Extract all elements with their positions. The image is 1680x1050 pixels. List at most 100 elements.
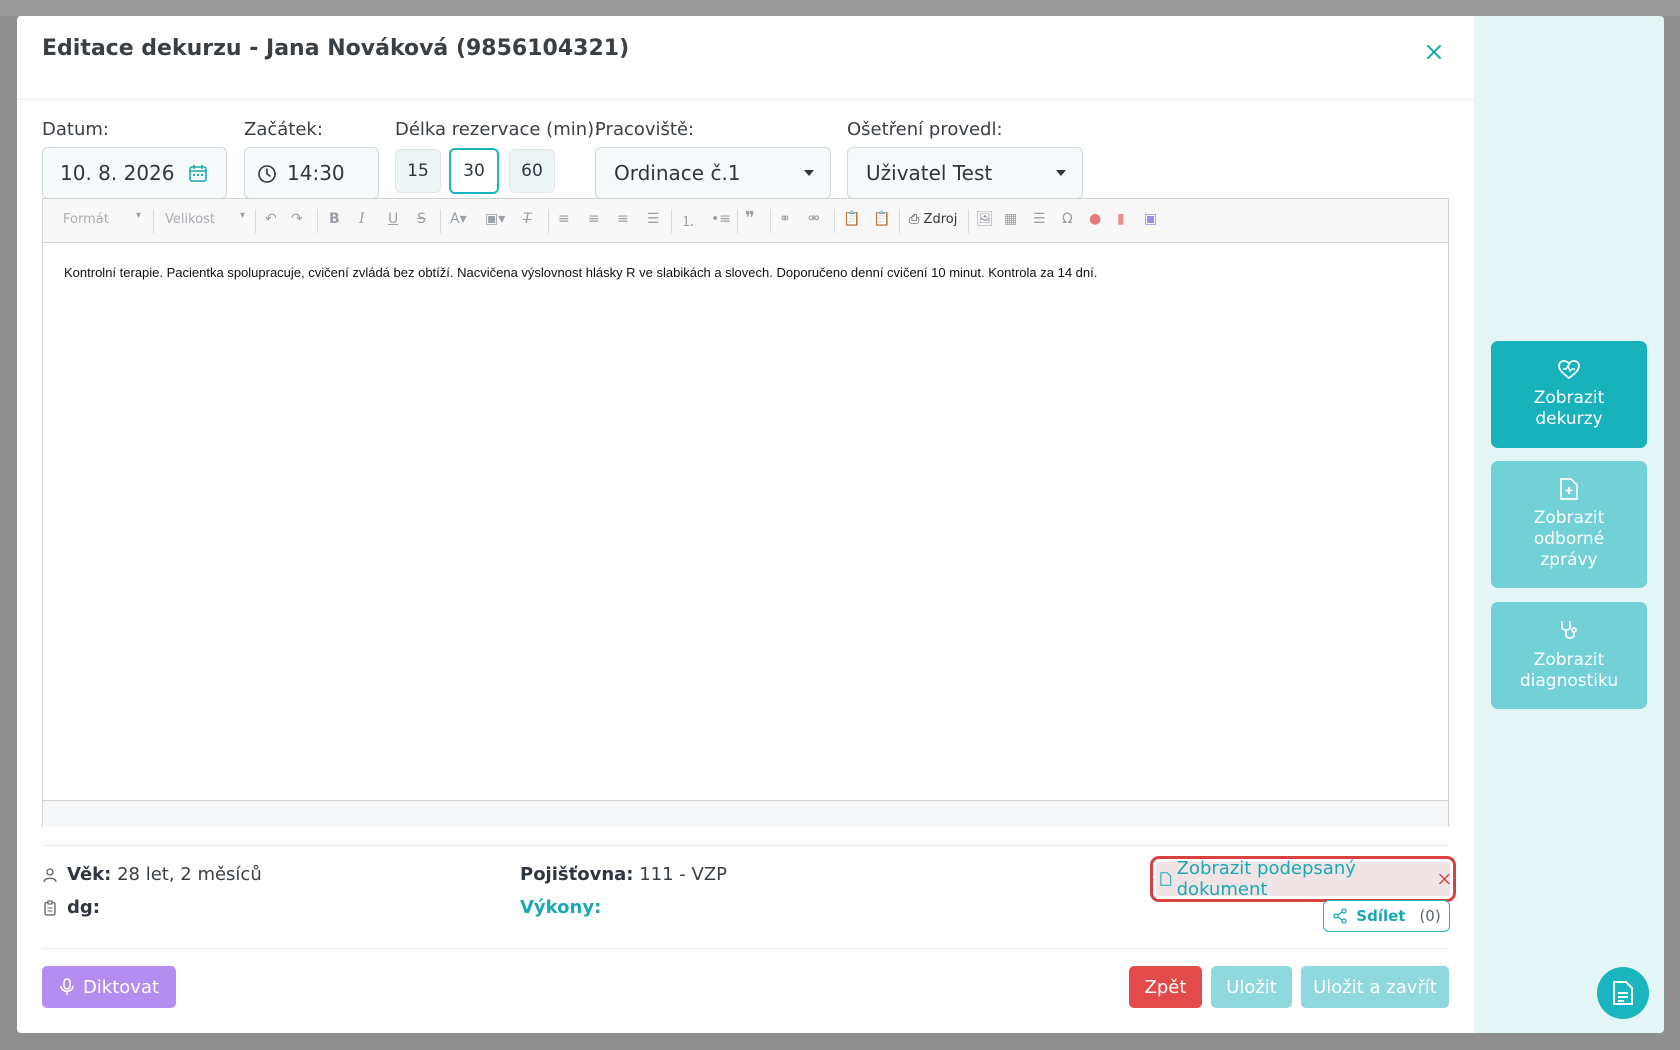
back-button[interactable]: Zpět — [1129, 966, 1202, 1008]
toolbar-divider — [899, 209, 900, 233]
rich-text-editor: Formát ▾ Velikost ▾ ↶ ↷ B I U S A▾ ▣▾ T̶… — [42, 198, 1449, 827]
editor-content[interactable]: Kontrolní terapie. Pacientka spolupracuj… — [43, 243, 1448, 800]
microphone-icon — [60, 978, 74, 995]
insurance-value: 111 - VZP — [639, 864, 728, 885]
underline-icon[interactable]: U — [388, 211, 398, 227]
show-records-label-2: dekurzy — [1535, 408, 1603, 429]
align-right-icon[interactable]: ≡ — [617, 211, 629, 227]
show-reports-button[interactable]: Zobrazit odborné zprávy — [1491, 461, 1647, 588]
paste-text-icon[interactable]: 📋 — [873, 211, 890, 227]
document-plus-icon — [1560, 478, 1578, 500]
duration-30-button[interactable]: 30 — [449, 148, 499, 194]
show-records-label-1: Zobrazit — [1533, 387, 1605, 408]
blockquote-icon[interactable]: ❞ — [745, 208, 755, 229]
calendar-icon[interactable] — [188, 163, 208, 183]
procedures-link[interactable]: Výkony: — [520, 897, 601, 918]
format-dropdown[interactable]: Formát — [63, 212, 109, 227]
source-button[interactable]: ⎙ Zdroj — [909, 212, 957, 227]
save-and-close-label: Uložit a zavřít — [1313, 976, 1437, 998]
bold-icon[interactable]: B — [329, 211, 340, 227]
share-label: Sdílet — [1356, 907, 1406, 925]
clipboard-icon — [44, 900, 56, 916]
modal-header: Editace dekurzu - Jana Nováková (9856104… — [17, 16, 1474, 100]
clock-icon — [258, 165, 276, 183]
save-button[interactable]: Uložit — [1211, 966, 1292, 1008]
age-info: Věk: 28 let, 2 měsíců — [67, 864, 262, 885]
age-label: Věk: — [67, 864, 112, 885]
share-button[interactable]: Sdílet (0) — [1323, 900, 1450, 932]
ai-icon[interactable]: ▣ — [1144, 211, 1157, 227]
document-icon — [1160, 872, 1172, 886]
remove-icon[interactable] — [1439, 873, 1450, 885]
duration-15-label: 15 — [407, 161, 429, 181]
close-button[interactable] — [1420, 38, 1448, 66]
table-icon[interactable]: ▦ — [1004, 211, 1017, 227]
date-field[interactable]: 10. 8. 2026 — [42, 147, 227, 199]
start-label: Začátek: — [244, 119, 323, 140]
save-label: Uložit — [1226, 976, 1277, 998]
background-color-icon[interactable]: ▣▾ — [485, 211, 505, 227]
age-value: 28 let, 2 měsíců — [117, 864, 262, 885]
template-icon[interactable]: ▮ — [1117, 211, 1125, 227]
stethoscope-icon — [1561, 620, 1577, 639]
signed-document-link[interactable]: Zobrazit podepsaný dokument — [1156, 858, 1450, 900]
undo-icon[interactable]: ↶ — [265, 211, 277, 227]
workplace-label: Pracoviště: — [595, 119, 695, 140]
insurance-info: Pojišťovna: 111 - VZP — [520, 864, 727, 885]
edit-record-modal: Editace dekurzu - Jana Nováková (9856104… — [17, 16, 1474, 1033]
side-panel: Zobrazit dekurzy Zobrazit odborné zprávy… — [1474, 16, 1664, 1033]
document-icon — [1613, 981, 1633, 1005]
editor-status-bar — [43, 800, 1448, 827]
link-icon[interactable]: ⚭ — [779, 211, 791, 227]
italic-icon[interactable]: I — [359, 211, 365, 227]
duration-60-button[interactable]: 60 — [509, 149, 555, 193]
paste-icon[interactable]: 📋 — [843, 211, 860, 227]
unlink-icon[interactable]: ⚮ — [808, 211, 820, 227]
bulleted-list-icon[interactable]: •≡ — [711, 211, 731, 227]
comment-icon[interactable]: ● — [1089, 211, 1101, 227]
dictate-button[interactable]: Diktovat — [42, 966, 176, 1008]
start-time-value: 14:30 — [287, 161, 345, 185]
align-center-icon[interactable]: ≡ — [588, 211, 600, 227]
remove-format-icon[interactable]: T̶ — [523, 211, 532, 227]
toolbar-divider — [671, 209, 672, 233]
start-time-field[interactable]: 14:30 — [244, 147, 379, 199]
toolbar-divider — [834, 209, 835, 233]
horizontal-line-icon[interactable]: ☰ — [1033, 211, 1046, 227]
chevron-down-icon — [1056, 170, 1066, 176]
strikethrough-icon[interactable]: S — [417, 211, 426, 227]
special-character-icon[interactable]: Ω — [1062, 211, 1073, 227]
duration-label: Délka rezervace (min): — [395, 119, 601, 140]
show-diagnostics-button[interactable]: Zobrazit diagnostiku — [1491, 602, 1647, 709]
show-records-button[interactable]: Zobrazit dekurzy — [1491, 341, 1647, 448]
editor-toolbar: Formát ▾ Velikost ▾ ↶ ↷ B I U S A▾ ▣▾ T̶… — [43, 199, 1448, 243]
workplace-select[interactable]: Ordinace č.1 — [595, 147, 831, 199]
toolbar-divider — [548, 209, 549, 233]
page-backdrop — [0, 0, 1680, 16]
text-color-icon[interactable]: A▾ — [450, 211, 467, 227]
dictate-label: Diktovat — [82, 976, 160, 998]
align-justify-icon[interactable]: ☰ — [647, 211, 660, 227]
numbered-list-icon[interactable]: ⒈ — [681, 211, 695, 231]
close-icon — [1427, 45, 1441, 59]
share-count: (0) — [1419, 907, 1441, 925]
performer-select[interactable]: Uživatel Test — [847, 147, 1083, 199]
document-fab-button[interactable] — [1597, 967, 1649, 1019]
size-dropdown[interactable]: Velikost — [165, 212, 215, 227]
image-icon[interactable]: 🖼 — [976, 211, 994, 227]
toolbar-divider — [968, 209, 969, 233]
align-left-icon[interactable]: ≡ — [558, 211, 570, 227]
chevron-down-icon — [804, 170, 814, 176]
save-and-close-button[interactable]: Uložit a zavřít — [1301, 966, 1449, 1008]
show-diagnostics-label-1: Zobrazit — [1533, 649, 1605, 670]
date-value: 10. 8. 2026 — [60, 161, 175, 185]
workplace-value: Ordinace č.1 — [614, 161, 741, 185]
show-reports-label-1: Zobrazit — [1533, 508, 1605, 528]
info-divider — [42, 845, 1449, 846]
redo-icon[interactable]: ↷ — [291, 211, 303, 227]
duration-15-button[interactable]: 15 — [395, 149, 441, 193]
show-reports-label-2: odborné — [1533, 529, 1605, 549]
toolbar-divider — [153, 209, 154, 233]
modal-title: Editace dekurzu - Jana Nováková (9856104… — [42, 36, 630, 61]
chevron-down-icon: ▾ — [136, 210, 142, 221]
